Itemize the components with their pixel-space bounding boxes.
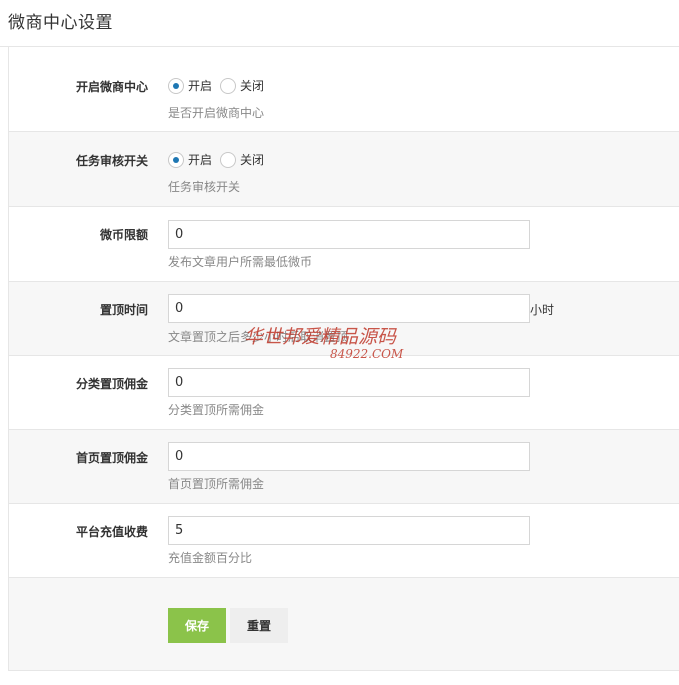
field-help: 首页置顶所需佣金	[168, 477, 265, 491]
field-label: 置顶时间	[99, 303, 148, 317]
row-coin-limit: 微币限额 发布文章用户所需最低微币	[9, 207, 679, 282]
field-label: 开启微商中心	[75, 80, 148, 94]
radio-option-off[interactable]: 关闭	[220, 77, 264, 94]
radio-option-on[interactable]: 开启	[168, 151, 212, 168]
row-recharge-fee: 平台充值收费 充值金额百分比	[9, 504, 679, 578]
reset-button[interactable]: 重置	[230, 608, 288, 643]
radio-option-off[interactable]: 关闭	[220, 151, 264, 168]
row-task-review: 任务审核开关 开启 关闭 任务审核开关	[9, 132, 679, 207]
field-help: 任务审核开关	[168, 180, 241, 194]
task-review-radio-group: 开启 关闭	[168, 151, 272, 168]
enable-center-radio-group: 开启 关闭	[168, 77, 272, 94]
radio-label: 关闭	[240, 153, 265, 167]
radio-label: 开启	[188, 79, 213, 93]
field-help: 文章置顶之后多少小时后取消置顶	[168, 330, 349, 344]
row-enable-center: 开启微商中心 开启 关闭 是否开启微商中心	[9, 60, 679, 132]
radio-unchecked-icon[interactable]	[220, 77, 237, 94]
row-category-pin-fee: 分类置顶佣金 分类置顶所需佣金	[9, 356, 679, 430]
page-title: 微商中心设置	[8, 13, 113, 33]
field-help: 充值金额百分比	[168, 551, 253, 565]
recharge-fee-input[interactable]	[168, 516, 530, 545]
radio-option-on[interactable]: 开启	[168, 77, 212, 94]
form-actions	[9, 578, 679, 670]
pin-time-input[interactable]	[168, 294, 530, 323]
field-label: 分类置顶佣金	[75, 377, 148, 391]
field-help: 分类置顶所需佣金	[168, 403, 265, 417]
row-home-pin-fee: 首页置顶佣金 首页置顶所需佣金	[9, 430, 679, 504]
radio-label: 关闭	[240, 79, 265, 93]
category-pin-fee-input[interactable]	[168, 368, 530, 397]
radio-label: 开启	[188, 153, 213, 167]
field-help: 是否开启微商中心	[168, 106, 265, 120]
field-label: 任务审核开关	[75, 154, 148, 168]
save-button[interactable]: 保存	[168, 608, 226, 643]
field-label: 微币限额	[99, 228, 148, 242]
field-label: 首页置顶佣金	[75, 451, 148, 465]
unit-suffix: 小时	[530, 303, 555, 317]
field-label: 平台充值收费	[75, 525, 148, 539]
coin-limit-input[interactable]	[168, 220, 530, 249]
radio-checked-icon[interactable]	[168, 77, 184, 94]
field-help: 发布文章用户所需最低微币	[168, 255, 313, 269]
radio-checked-icon[interactable]	[168, 151, 184, 168]
radio-unchecked-icon[interactable]	[220, 151, 237, 168]
row-pin-time: 置顶时间 小时 文章置顶之后多少小时后取消置顶	[9, 282, 679, 356]
home-pin-fee-input[interactable]	[168, 442, 530, 471]
